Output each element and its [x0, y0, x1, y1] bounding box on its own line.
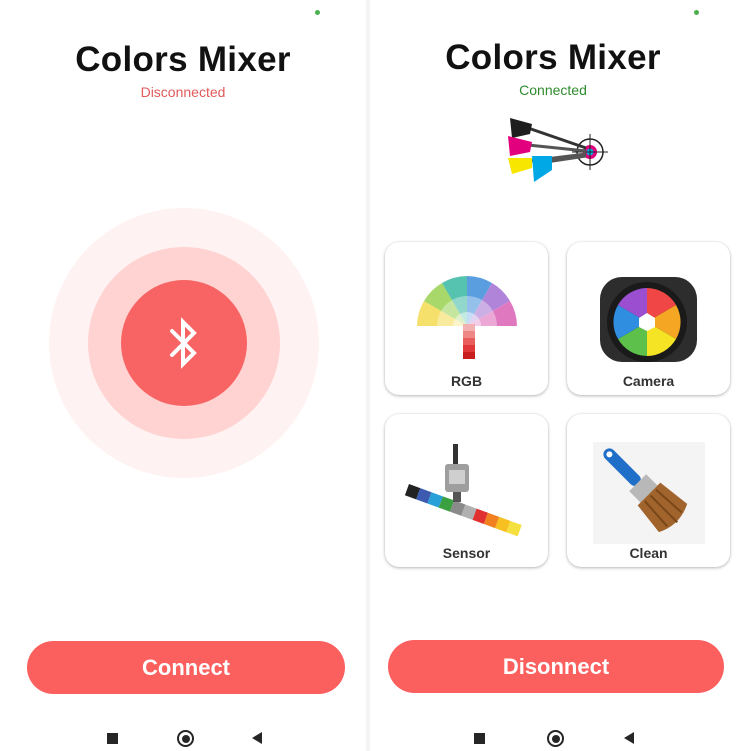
app-title: Colors Mixer — [75, 40, 291, 79]
color-fan-icon — [417, 276, 517, 359]
color-sensor-icon — [404, 444, 522, 537]
rgb-card[interactable]: RGB — [385, 242, 548, 395]
recents-square-icon[interactable] — [107, 733, 118, 744]
disconnected-screen: Colors Mixer Disconnected Connect — [0, 0, 366, 751]
clean-card[interactable]: Clean — [567, 414, 730, 567]
connect-button[interactable]: Connect — [27, 641, 345, 694]
rgb-label: RGB — [450, 373, 483, 389]
back-triangle-icon[interactable] — [624, 732, 634, 744]
sensor-card[interactable]: Sensor — [385, 414, 548, 567]
camera-card[interactable]: Camera — [567, 242, 730, 395]
system-nav-bar — [370, 719, 736, 751]
back-triangle-icon[interactable] — [252, 732, 262, 744]
home-circle-icon[interactable] — [547, 730, 564, 747]
system-nav-bar — [0, 719, 366, 751]
darts-target-icon — [508, 118, 608, 182]
camera-aperture-icon — [600, 277, 697, 362]
status-indicator-dot — [315, 10, 320, 15]
connection-status: Disconnected — [140, 84, 226, 100]
connection-status: Connected — [519, 82, 587, 98]
bluetooth-icon — [170, 317, 197, 369]
recents-square-icon[interactable] — [474, 733, 485, 744]
paint-brush-icon — [593, 442, 705, 544]
home-circle-icon[interactable] — [177, 730, 194, 747]
camera-label: Camera — [622, 373, 675, 389]
disconnect-button[interactable]: Disonnect — [388, 640, 724, 693]
sensor-label: Sensor — [442, 545, 491, 561]
connected-screen: Colors Mixer Connected RGB Camera Sensor… — [370, 0, 736, 751]
clean-label: Clean — [629, 545, 668, 561]
status-indicator-dot — [694, 10, 699, 15]
app-title: Colors Mixer — [445, 38, 661, 77]
bluetooth-scan-button[interactable] — [121, 280, 247, 406]
